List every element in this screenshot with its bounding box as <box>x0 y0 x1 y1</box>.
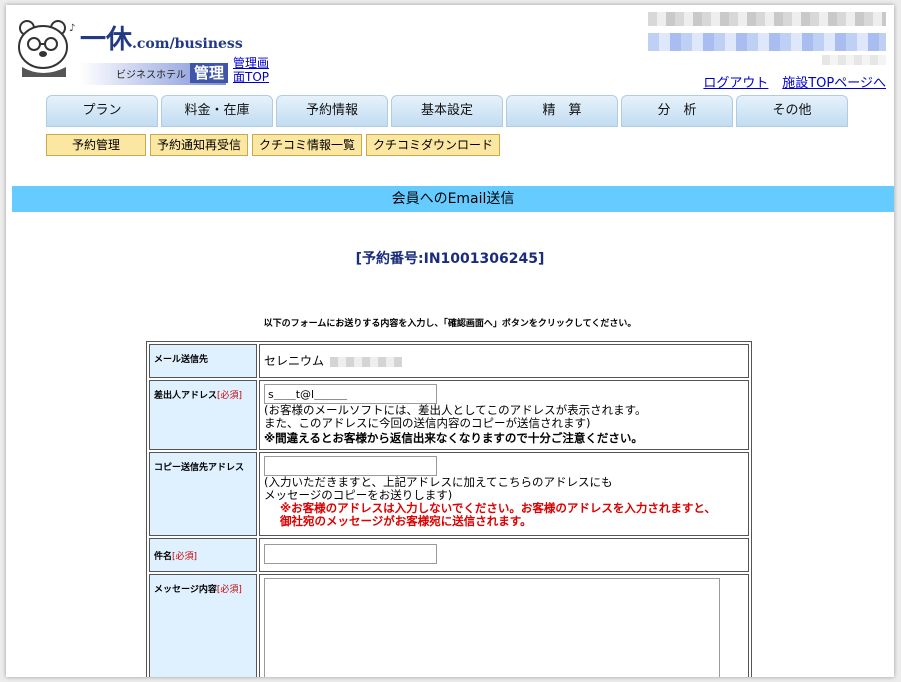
admin-top-link[interactable]: 管理画面TOP <box>233 56 279 84</box>
page-frame: ♪ 一休.com/business ビジネスホテル 管理 管理画面TOP ログアウ… <box>6 5 894 677</box>
sender-row: 差出人アドレス[必須] (お客様のメールソフトには、差出人としてこのアドレスが表… <box>149 380 749 450</box>
sender-cell: (お客様のメールソフトには、差出人としてこのアドレスが表示されます。 また、この… <box>259 380 749 450</box>
subject-label: 件名[必須] <box>149 538 257 572</box>
copy-warning-2: 御社宛のメッセージがお客様宛に送信されます。 <box>280 514 532 528</box>
header-links: ログアウト 施設TOPページへ <box>693 72 886 91</box>
tab-reservations[interactable]: 予約情報 <box>276 95 388 127</box>
sub-reservation-management[interactable]: 予約管理 <box>46 134 146 156</box>
sub-review-download[interactable]: クチコミダウンロード <box>366 134 501 156</box>
tab-rates-inventory[interactable]: 料金・在庫 <box>161 95 273 127</box>
logo-wordmark: 一休.com/business <box>80 25 243 55</box>
facility-info-blurred <box>648 33 886 51</box>
recipient-row: メール送信先 セレニウム <box>149 344 749 378</box>
sub-nav: 予約管理 予約通知再受信 クチコミ情報一覧 クチコミダウンロード <box>46 134 504 156</box>
tab-settlement[interactable]: 精 算 <box>506 95 618 127</box>
recipient-value-cell: セレニウム <box>259 344 749 378</box>
subject-row: 件名[必須] <box>149 538 749 572</box>
copy-row: コピー送信先アドレス (入力いただきますと、上記アドレスに加えてこちらのアドレス… <box>149 452 749 536</box>
ikyu-business-logo[interactable]: ♪ 一休.com/business ビジネスホテル 管理 <box>14 15 243 85</box>
email-form: メール送信先 セレニウム 差出人アドレス[必須] (お客様のメールソフトには、差… <box>146 341 752 677</box>
facility-name-blurred <box>648 12 886 26</box>
sender-note-2: また、このアドレスに今回の送信内容のコピーが送信されます) <box>264 416 591 430</box>
tab-other[interactable]: その他 <box>736 95 848 127</box>
copy-cell: (入力いただきますと、上記アドレスに加えてこちらのアドレスにも メッセージのコピ… <box>259 452 749 536</box>
sender-label: 差出人アドレス[必須] <box>149 380 257 450</box>
copy-address-input[interactable] <box>264 456 437 476</box>
recipient-name-blurred <box>330 356 403 367</box>
message-cell <box>259 574 749 677</box>
bear-mascot-icon: ♪ <box>18 20 75 77</box>
copy-label: コピー送信先アドレス <box>149 452 257 536</box>
recipient-value: セレニウム <box>264 354 325 368</box>
recipient-label: メール送信先 <box>149 344 257 378</box>
tab-analysis[interactable]: 分 析 <box>621 95 733 127</box>
sub-resend-notification[interactable]: 予約通知再受信 <box>150 134 249 156</box>
logout-link[interactable]: ログアウト <box>703 76 768 91</box>
tab-basic-settings[interactable]: 基本設定 <box>391 95 503 127</box>
reservation-number: [予約番号:IN1001306245] <box>355 251 545 267</box>
facility-top-link[interactable]: 施設TOPページへ <box>782 76 886 91</box>
message-row: メッセージ内容[必須] <box>149 574 749 677</box>
sender-caution: ※間違えるとお客様から返信出来なくなりますので十分ご注意ください。 <box>264 431 643 445</box>
subject-input[interactable] <box>264 544 437 564</box>
user-info-blurred <box>822 55 886 65</box>
sender-address-input[interactable] <box>264 384 437 404</box>
sub-review-list[interactable]: クチコミ情報一覧 <box>252 134 363 156</box>
instruction-text: 以下のフォームにお送りする内容を入力し、「確認画面へ」ボタンをクリックしてくださ… <box>263 319 637 329</box>
tab-plan[interactable]: プラン <box>46 95 158 127</box>
logo-subtitle: ビジネスホテル 管理 <box>80 63 229 85</box>
svg-text:♪: ♪ <box>69 23 75 34</box>
page-title: 会員へのEmail送信 <box>12 186 894 212</box>
message-label: メッセージ内容[必須] <box>149 574 257 677</box>
main-nav: プラン 料金・在庫 予約情報 基本設定 精 算 分 析 その他 <box>46 95 851 127</box>
subject-cell <box>259 538 749 572</box>
message-textarea[interactable] <box>264 578 720 677</box>
